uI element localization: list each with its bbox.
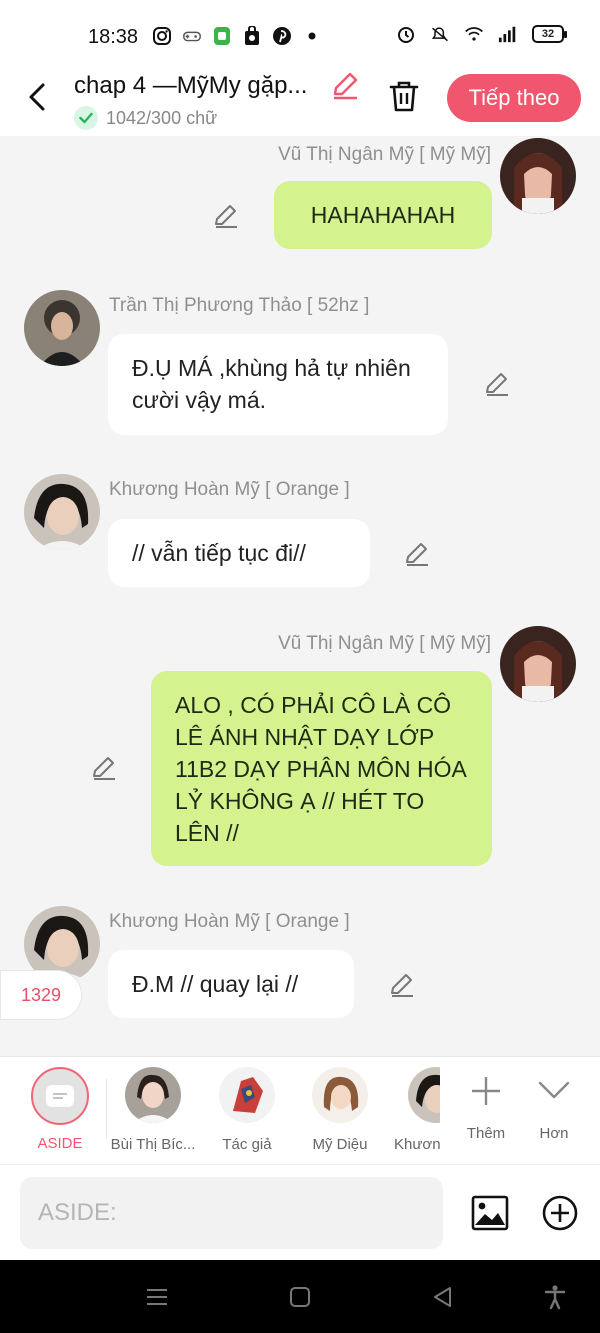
character-item[interactable]: Tác giả: [202, 1067, 292, 1153]
pencil-icon: [93, 757, 115, 780]
character-label: Bùi Thị Bíc...: [110, 1136, 196, 1153]
avatar[interactable]: [500, 138, 576, 214]
message-bubble[interactable]: HAHAHAHAH: [274, 181, 492, 249]
input-bar: [0, 1164, 600, 1260]
message-bubble[interactable]: Đ.M // quay lại //: [108, 950, 354, 1018]
triangle-back-icon: [434, 1287, 451, 1307]
insert-image-button[interactable]: [470, 1193, 510, 1233]
chevron-down-icon: [538, 1081, 570, 1099]
character-item[interactable]: Khươn: [380, 1067, 440, 1153]
status-bar: 18:38 32: [0, 0, 600, 70]
home-nav-button[interactable]: [287, 1284, 313, 1310]
add-button[interactable]: [540, 1193, 580, 1233]
image-icon: [471, 1195, 509, 1231]
shopping-bag-icon: [242, 26, 262, 46]
avatar: [219, 1067, 275, 1123]
system-nav-bar: [0, 1260, 600, 1333]
message-author: Khương Hoàn Mỹ [ Orange ]: [109, 479, 350, 500]
signal-icon: [498, 24, 518, 44]
accessibility-button[interactable]: [542, 1284, 568, 1310]
message-bubble[interactable]: ALO , CÓ PHẢI CÔ LÀ CÔ LÊ ÁNH NHẬT DẠY L…: [151, 671, 492, 866]
chat-area: Vũ Thị Ngân Mỹ [ Mỹ Mỹ] HAHAHAHAH Trần T…: [0, 136, 600, 1056]
message-counter[interactable]: 1329: [0, 970, 82, 1020]
more-button[interactable]: Hơn: [514, 1067, 594, 1142]
avatar: [408, 1067, 440, 1123]
message-bubble[interactable]: Đ.Ụ MÁ ,khùng hả tự nhiên cười vậy má.: [108, 334, 448, 435]
pencil-icon: [406, 543, 428, 566]
pencil-icon: [486, 373, 508, 396]
pencil-icon: [215, 205, 237, 228]
edit-message-button[interactable]: [388, 971, 416, 999]
edit-message-button[interactable]: [90, 754, 118, 782]
mute-icon: [430, 24, 450, 44]
chevron-left-icon: [29, 83, 45, 111]
app-icon: [212, 26, 232, 46]
battery-icon: 32: [532, 25, 567, 43]
pencil-icon: [391, 974, 413, 997]
check-icon: [74, 106, 98, 130]
game-icon: [182, 26, 202, 46]
status-time: 18:38: [88, 26, 139, 48]
chapter-title[interactable]: chap 4 —MỹMy gặp...: [74, 72, 330, 100]
avatar: [312, 1067, 368, 1123]
trash-icon: [389, 81, 419, 112]
plus-icon: [472, 1077, 500, 1105]
character-label: Hơn: [539, 1125, 569, 1142]
edit-message-button[interactable]: [212, 202, 240, 230]
message-author: Vũ Thị Ngân Mỹ [ Mỹ Mỹ]: [278, 633, 491, 654]
accessibility-icon: [544, 1285, 566, 1310]
back-button[interactable]: [20, 80, 54, 114]
pencil-icon: [333, 72, 358, 100]
character-label: ASIDE: [37, 1135, 83, 1152]
menu-nav-button[interactable]: [144, 1284, 170, 1310]
edit-message-button[interactable]: [483, 370, 511, 398]
back-nav-button[interactable]: [430, 1284, 456, 1310]
message-bubble[interactable]: // vẫn tiếp tục đi//: [108, 519, 370, 587]
delete-button[interactable]: [386, 78, 422, 114]
avatar: [125, 1067, 181, 1123]
edit-message-button[interactable]: [403, 540, 431, 568]
character-item[interactable]: Bùi Thị Bíc...: [108, 1067, 198, 1153]
pinterest-icon: [272, 26, 292, 46]
character-label: Tác giả: [222, 1136, 272, 1153]
wifi-icon: [464, 24, 484, 44]
dot-icon: [302, 26, 322, 46]
character-label: Mỹ Diệu: [312, 1136, 368, 1153]
plus-circle-icon: [542, 1195, 578, 1231]
word-count: 1042/300 chữ: [106, 107, 218, 128]
character-aside[interactable]: ASIDE: [15, 1067, 105, 1152]
instagram-icon: [152, 26, 172, 46]
aside-icon: [46, 1085, 74, 1107]
alarm-icon: [396, 24, 416, 44]
character-label: Khươn: [394, 1136, 440, 1153]
avatar[interactable]: [500, 626, 576, 702]
editor-header: chap 4 —MỹMy gặp... 1042/300 chữ Tiếp th…: [0, 70, 600, 136]
character-bar: ASIDE Bùi Thị Bíc... Tác giả Mỹ Diệu Khư…: [0, 1056, 600, 1164]
avatar[interactable]: [24, 474, 100, 550]
avatar[interactable]: [24, 290, 100, 366]
character-item[interactable]: Mỹ Diệu: [295, 1067, 385, 1153]
message-author: Trần Thị Phương Thảo [ 52hz ]: [109, 295, 370, 316]
aside-input[interactable]: [20, 1177, 443, 1249]
menu-icon: [147, 1289, 167, 1305]
message-author: Vũ Thị Ngân Mỹ [ Mỹ Mỹ]: [278, 144, 491, 165]
message-author: Khương Hoàn Mỹ [ Orange ]: [109, 911, 350, 932]
edit-title-button[interactable]: [330, 70, 360, 100]
square-icon: [290, 1287, 310, 1307]
next-button[interactable]: Tiếp theo: [447, 74, 581, 122]
